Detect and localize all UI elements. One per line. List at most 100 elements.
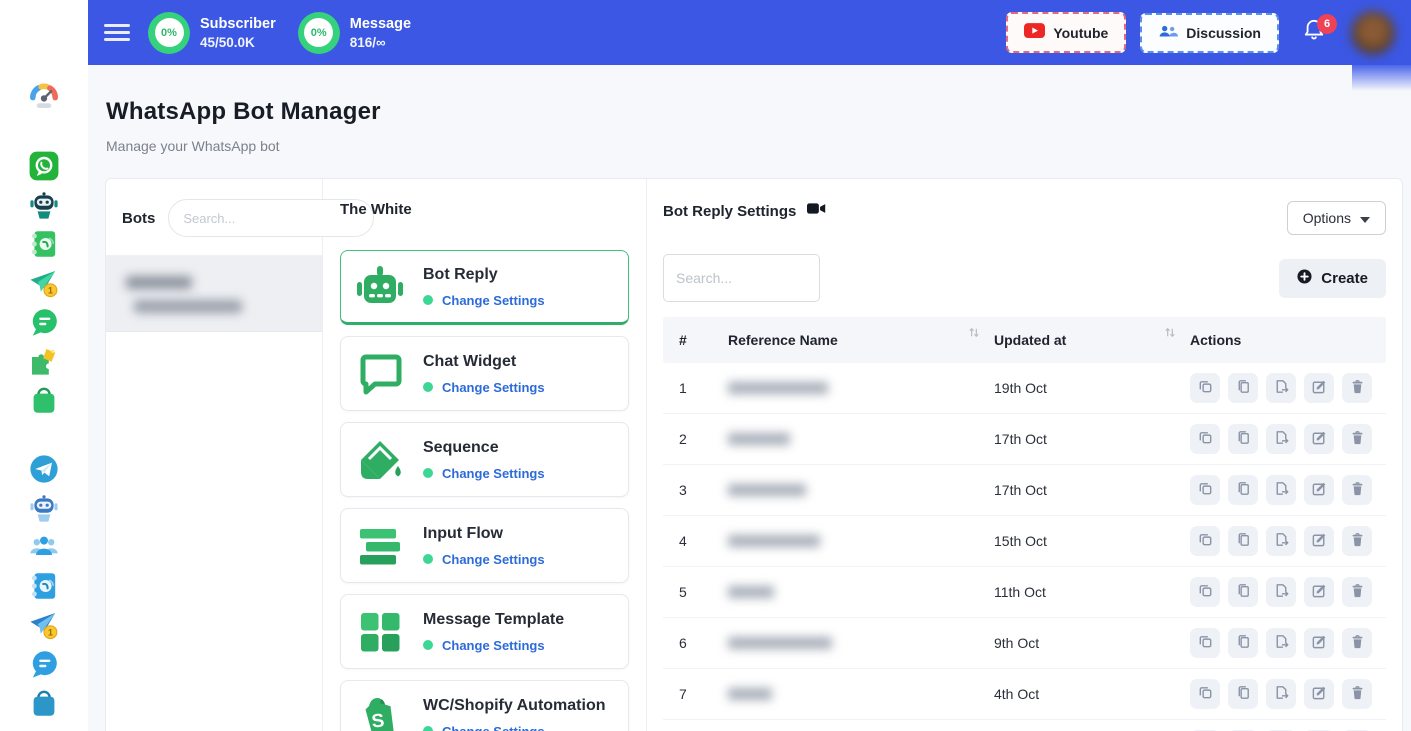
row-actions (1190, 373, 1372, 403)
settings-card-bot-reply[interactable]: Bot ReplyChange Settings (340, 250, 629, 325)
delete-button[interactable] (1342, 424, 1372, 454)
duplicate-button[interactable] (1228, 577, 1258, 607)
youtube-button[interactable]: Youtube (1006, 12, 1126, 53)
telegram-contacts-icon[interactable] (25, 570, 63, 602)
edit-icon (1311, 378, 1328, 398)
settings-card-sequence[interactable]: Sequence Change Settings (340, 422, 629, 497)
whatsapp-store-icon[interactable] (25, 384, 63, 416)
topbar-actions: Youtube Discussion 6 (1006, 11, 1395, 55)
duplicate-button[interactable] (1228, 526, 1258, 556)
edit-button[interactable] (1304, 679, 1334, 709)
settings-card-chat-widget[interactable]: Chat WidgetChange Settings (340, 336, 629, 411)
bot-name-redacted (126, 276, 192, 289)
sort-icon[interactable] (968, 326, 980, 342)
export-button[interactable] (1266, 424, 1296, 454)
dashboard-gauge-icon[interactable] (25, 80, 63, 112)
copy-button[interactable] (1190, 373, 1220, 403)
notifications-button[interactable]: 6 (1303, 18, 1325, 47)
telegram-icon[interactable] (25, 453, 63, 485)
telegram-bot-icon[interactable] (25, 492, 63, 524)
sequence-icon (354, 434, 406, 486)
telegram-chat-icon[interactable] (25, 648, 63, 680)
export-button[interactable] (1266, 526, 1296, 556)
delete-button[interactable] (1342, 475, 1372, 505)
copy-button[interactable] (1190, 526, 1220, 556)
delete-button[interactable] (1342, 679, 1372, 709)
telegram-broadcast-icon[interactable]: 1 (25, 609, 63, 641)
edit-icon (1311, 480, 1328, 500)
delete-button[interactable] (1342, 577, 1372, 607)
delete-button[interactable] (1342, 526, 1372, 556)
copy-button[interactable] (1190, 424, 1220, 454)
bot-phone-redacted (134, 300, 242, 313)
change-settings-link[interactable]: Change Settings (442, 380, 545, 395)
delete-icon (1349, 684, 1366, 704)
whatsapp-broadcast-icon[interactable]: 1 (25, 267, 63, 299)
duplicate-button[interactable] (1228, 373, 1258, 403)
updated-at-value: 9th Oct (994, 635, 1190, 651)
message-progress-ring: 0% (298, 12, 340, 54)
settings-card-message-template[interactable]: Message TemplateChange Settings (340, 594, 629, 669)
copy-button[interactable] (1190, 679, 1220, 709)
settings-card-input-flow[interactable]: Input FlowChange Settings (340, 508, 629, 583)
export-button[interactable] (1266, 577, 1296, 607)
whatsapp-integrations-icon[interactable] (25, 345, 63, 377)
message-template-icon (354, 606, 406, 658)
edit-button[interactable] (1304, 577, 1334, 607)
change-settings-link[interactable]: Change Settings (442, 466, 545, 481)
settings-card-wc-shopify-automation[interactable]: SWC/Shopify AutomationChange Settings (340, 680, 629, 731)
video-tutorial-icon[interactable] (807, 201, 826, 221)
duplicate-button[interactable] (1228, 475, 1258, 505)
edit-button[interactable] (1304, 526, 1334, 556)
copy-button[interactable] (1190, 628, 1220, 658)
delete-button[interactable] (1342, 373, 1372, 403)
telegram-store-icon[interactable] (25, 687, 63, 719)
whatsapp-icon[interactable] (25, 150, 63, 182)
export-button[interactable] (1266, 373, 1296, 403)
app-root: 11 0% Subscriber 45/50.0K 0% Message 816… (0, 0, 1411, 731)
delete-button[interactable] (1342, 628, 1372, 658)
export-button[interactable] (1266, 679, 1296, 709)
duplicate-button[interactable] (1228, 679, 1258, 709)
column-header-reference-name[interactable]: Reference Name (728, 332, 994, 348)
export-icon (1273, 684, 1290, 704)
options-button[interactable]: Options (1287, 201, 1386, 235)
svg-text:1: 1 (48, 627, 53, 637)
user-avatar[interactable] (1351, 11, 1395, 55)
row-number: 6 (679, 635, 728, 651)
column-header-num: # (679, 332, 728, 348)
column-header-updated-at[interactable]: Updated at (994, 332, 1190, 348)
card-title: Sequence (423, 439, 545, 457)
change-settings-link[interactable]: Change Settings (442, 638, 545, 653)
duplicate-button[interactable] (1228, 628, 1258, 658)
export-button[interactable] (1266, 628, 1296, 658)
edit-button[interactable] (1304, 424, 1334, 454)
create-button[interactable]: Create (1279, 259, 1386, 298)
duplicate-button[interactable] (1228, 424, 1258, 454)
change-settings-link[interactable]: Change Settings (442, 724, 545, 731)
copy-button[interactable] (1190, 475, 1220, 505)
copy-button[interactable] (1190, 577, 1220, 607)
whatsapp-chat-icon[interactable] (25, 306, 63, 338)
workspace-card: Bots The White Bot ReplyChange SettingsC… (105, 178, 1403, 731)
sort-icon[interactable] (1164, 326, 1176, 342)
export-icon (1273, 378, 1290, 398)
edit-button[interactable] (1304, 373, 1334, 403)
menu-toggle-icon[interactable] (104, 20, 130, 45)
telegram-groups-icon[interactable] (25, 531, 63, 563)
whatsapp-contacts-icon[interactable] (25, 228, 63, 260)
whatsapp-bot-icon[interactable] (25, 189, 63, 221)
duplicate-icon (1235, 480, 1252, 500)
change-settings-link[interactable]: Change Settings (442, 552, 545, 567)
updated-at-value: 15th Oct (994, 533, 1190, 549)
bot-list-item-selected[interactable] (106, 255, 322, 332)
edit-button[interactable] (1304, 628, 1334, 658)
discussion-button[interactable]: Discussion (1140, 13, 1279, 53)
bots-list (106, 255, 322, 332)
table-search-input[interactable] (663, 254, 820, 302)
change-settings-link[interactable]: Change Settings (442, 293, 545, 308)
export-button[interactable] (1266, 475, 1296, 505)
row-number: 3 (679, 482, 728, 498)
column-header-actions: Actions (1190, 332, 1370, 348)
edit-button[interactable] (1304, 475, 1334, 505)
